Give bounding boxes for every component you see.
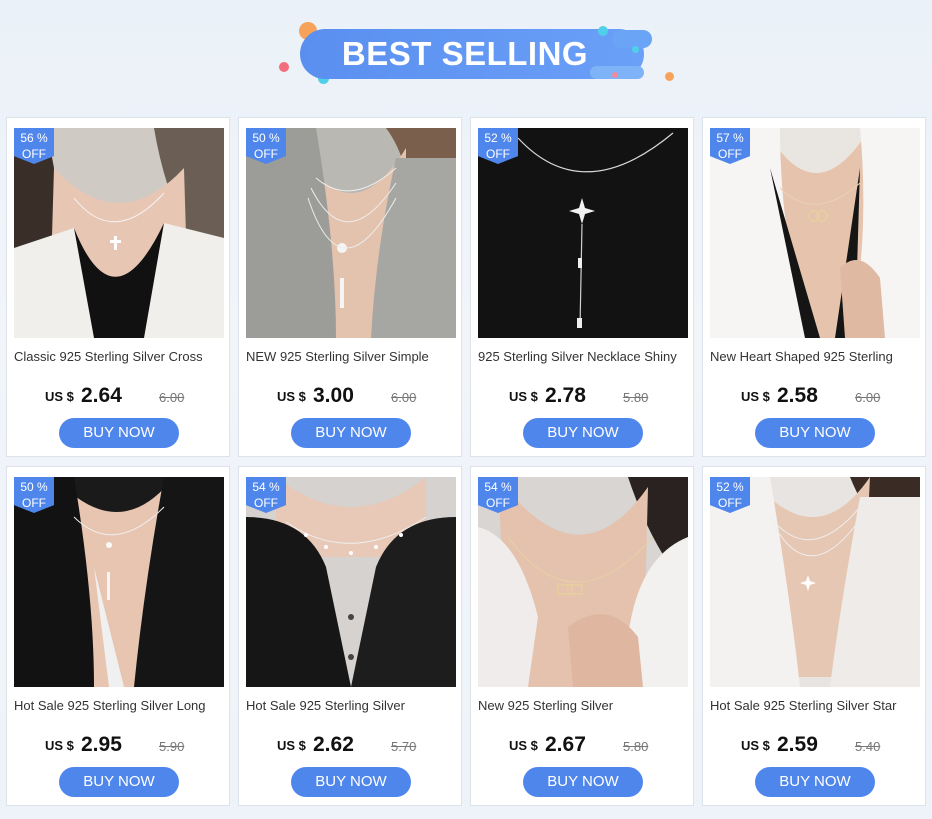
price-row: US $ 3.00 6.00 (277, 384, 463, 408)
currency-label: US $ (45, 389, 74, 404)
price-row: US $ 2.59 5.40 (741, 733, 927, 757)
product-image[interactable] (710, 128, 920, 338)
product-image[interactable] (246, 477, 456, 687)
price-row: US $ 2.58 6.00 (741, 384, 927, 408)
product-name[interactable]: New 925 Sterling Silver (478, 698, 690, 713)
sale-price: 2.67 (545, 733, 586, 756)
buy-now-button[interactable]: BUY NOW (523, 767, 643, 797)
buy-now-button[interactable]: BUY NOW (755, 418, 875, 448)
original-price: 5.40 (855, 739, 881, 754)
product-image[interactable] (14, 128, 224, 338)
product-card[interactable]: 57 % OFF New Heart Shaped 925 Sterling US… (702, 117, 926, 457)
buy-now-button[interactable]: BUY NOW (291, 418, 411, 448)
original-price: 5.70 (391, 739, 417, 754)
buy-now-button[interactable]: BUY NOW (59, 418, 179, 448)
currency-label: US $ (277, 738, 306, 753)
price-row: US $ 2.67 5.80 (509, 733, 695, 757)
original-price: 6.00 (159, 390, 185, 405)
sale-price: 2.95 (81, 733, 122, 756)
product-name[interactable]: Hot Sale 925 Sterling Silver Star (710, 698, 922, 713)
buy-now-button[interactable]: BUY NOW (755, 767, 875, 797)
currency-label: US $ (509, 389, 538, 404)
decor-dot-orange-right (665, 72, 674, 81)
price-row: US $ 2.62 5.70 (277, 733, 463, 757)
product-card[interactable]: 54 % OFF New 925 Sterling Silver US $ 2.6… (470, 466, 694, 806)
product-card[interactable]: 56 % OFF Classic 925 Sterling Silver Cros… (6, 117, 230, 457)
product-image[interactable] (478, 128, 688, 338)
product-name[interactable]: 925 Sterling Silver Necklace Shiny (478, 349, 690, 364)
product-image[interactable] (14, 477, 224, 687)
product-card[interactable]: 50 % OFF Hot Sale 925 Sterling Silver Lon… (6, 466, 230, 806)
currency-label: US $ (509, 738, 538, 753)
price-row: US $ 2.78 5.80 (509, 384, 695, 408)
product-image[interactable] (710, 477, 920, 687)
sale-price: 3.00 (313, 384, 354, 407)
product-image[interactable] (246, 128, 456, 338)
product-card[interactable]: 52 % OFF Hot Sale 925 Sterling Silver Sta… (702, 466, 926, 806)
product-card[interactable]: 54 % OFF Hot Sale 925 Sterling Silver US … (238, 466, 462, 806)
sale-price: 2.62 (313, 733, 354, 756)
original-price: 5.90 (159, 739, 185, 754)
product-image[interactable] (478, 477, 688, 687)
currency-label: US $ (45, 738, 74, 753)
product-name[interactable]: Hot Sale 925 Sterling Silver Long (14, 698, 226, 713)
buy-now-button[interactable]: BUY NOW (291, 767, 411, 797)
sale-price: 2.78 (545, 384, 586, 407)
product-name[interactable]: New Heart Shaped 925 Sterling (710, 349, 922, 364)
currency-label: US $ (741, 738, 770, 753)
product-card[interactable]: 52 % OFF 925 Sterling Silver Necklace Shi… (470, 117, 694, 457)
sale-price: 2.59 (777, 733, 818, 756)
product-name[interactable]: Classic 925 Sterling Silver Cross (14, 349, 226, 364)
product-card[interactable]: 50 % OFF NEW 925 Sterling Silver Simple U… (238, 117, 462, 457)
price-row: US $ 2.64 6.00 (45, 384, 231, 408)
price-row: US $ 2.95 5.90 (45, 733, 231, 757)
original-price: 5.80 (623, 739, 649, 754)
buy-now-button[interactable]: BUY NOW (523, 418, 643, 448)
best-selling-banner: BEST SELLING (0, 0, 932, 110)
sale-price: 2.58 (777, 384, 818, 407)
original-price: 6.00 (855, 390, 881, 405)
product-name[interactable]: Hot Sale 925 Sterling Silver (246, 698, 458, 713)
decor-dot-cyan-small (632, 46, 639, 53)
original-price: 5.80 (623, 390, 649, 405)
buy-now-button[interactable]: BUY NOW (59, 767, 179, 797)
currency-label: US $ (741, 389, 770, 404)
decor-dot-pink (279, 62, 289, 72)
currency-label: US $ (277, 389, 306, 404)
original-price: 6.00 (391, 390, 417, 405)
product-name[interactable]: NEW 925 Sterling Silver Simple (246, 349, 458, 364)
banner-title: BEST SELLING (341, 35, 589, 72)
sale-price: 2.64 (81, 384, 122, 407)
